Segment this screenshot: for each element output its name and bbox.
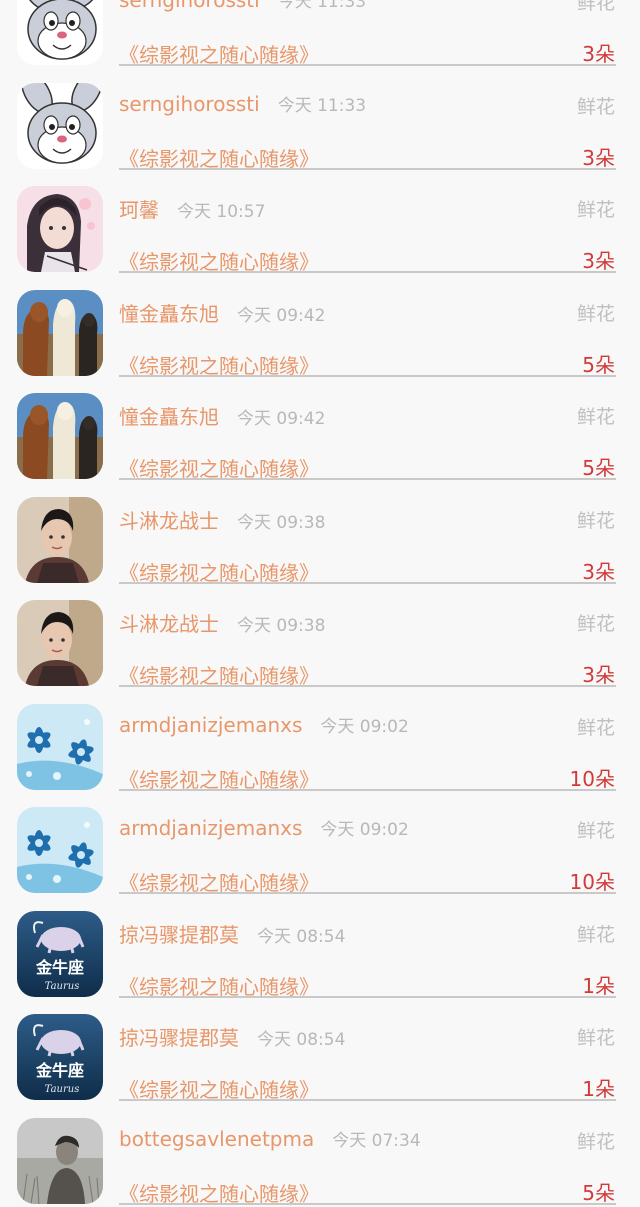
rabbit-avatar[interactable] [17, 0, 103, 65]
gift-type-label: 鲜花 [576, 406, 615, 428]
taurus-cn-text: 金牛座 [35, 958, 84, 977]
gift-record-row[interactable]: 珂馨 今天 10:57 鲜花 《综影视之随心随缘》 3朵 [0, 170, 640, 274]
gift-time: 今天 11:33 [277, 95, 367, 116]
gift-time: 今天 09:38 [237, 616, 326, 636]
sender-name: 斗淋龙战士 今天 09:38 [119, 608, 325, 637]
gift-record-row[interactable]: bottegsavlenetpma 今天 07:34 鲜花 《综影视之随心随缘》 … [0, 1102, 640, 1206]
taurus-cn-text: 金牛座 [35, 1061, 84, 1080]
sender-name: armdjanizjemanxs 今天 09:02 [119, 815, 409, 840]
blue-flower-avatar[interactable] [17, 703, 103, 790]
anime-boy-avatar[interactable] [17, 186, 103, 272]
gift-time: 今天 10:57 [177, 202, 266, 222]
gift-type-label: 鲜花 [576, 0, 615, 14]
sender-name: 掠冯骤提郡莫 今天 08:54 [119, 1022, 345, 1051]
gift-count: 3朵 [582, 145, 615, 170]
sender-name: 掠冯骤提郡莫 今天 08:54 [119, 919, 345, 948]
gift-record-row[interactable]: 金牛座 Taurus 掠冯骤提郡莫 今天 08:54 鲜花 《综影视之随心随缘》 … [0, 895, 640, 999]
blue-flower-avatar[interactable] [17, 807, 103, 893]
man-photo-avatar[interactable] [17, 496, 103, 583]
gift-count: 10朵 [569, 870, 615, 894]
sender-username[interactable]: 斗淋龙战士 [119, 509, 219, 533]
gift-record-row[interactable]: 憧金矗东旭 今天 09:42 鲜花 《综影视之随心随缘》 5朵 [0, 377, 640, 481]
sender-username[interactable]: 憧金矗东旭 [119, 302, 219, 326]
gift-type-label: 鲜花 [576, 509, 615, 532]
gift-time: 今天 09:42 [237, 409, 326, 429]
alpaca-avatar[interactable] [17, 393, 103, 479]
taurus-en-text: Taurus [45, 1084, 80, 1095]
taurus-en-text: Taurus [45, 981, 80, 992]
field-photo-avatar[interactable] [17, 1117, 103, 1204]
sender-username[interactable]: 掠冯骤提郡莫 [119, 923, 239, 947]
taurus-avatar[interactable]: 金牛座 Taurus [17, 1014, 103, 1100]
alpaca-avatar[interactable] [17, 289, 103, 376]
gift-record-row[interactable]: serngihorossti 今天 11:33 鲜花 《综影视之随心随缘》 3朵 [0, 67, 640, 171]
gift-count: 5朵 [582, 352, 615, 377]
gift-record-row[interactable]: 斗淋龙战士 今天 09:38 鲜花 《综影视之随心随缘》 3朵 [0, 481, 640, 585]
gift-record-row[interactable]: 金牛座 Taurus 掠冯骤提郡莫 今天 08:54 鲜花 《综影视之随心随缘》 … [0, 998, 640, 1102]
rabbit-avatar[interactable] [17, 82, 103, 169]
gift-type-label: 鲜花 [576, 302, 615, 325]
gift-time: 今天 11:33 [277, 0, 367, 12]
gift-type-label: 鲜花 [576, 95, 615, 118]
row-divider [119, 1202, 616, 1205]
gift-count: 1朵 [582, 973, 615, 998]
gift-type-label: 鲜花 [576, 716, 615, 739]
sender-username[interactable]: 斗淋龙战士 [119, 612, 219, 636]
gift-record-row[interactable]: 斗淋龙战士 今天 09:38 鲜花 《综影视之随心随缘》 3朵 [0, 584, 640, 688]
gift-type-label: 鲜花 [576, 1130, 615, 1153]
sender-username[interactable]: armdjanizjemanxs [119, 816, 302, 840]
gift-time: 今天 08:54 [257, 1030, 346, 1050]
gift-record-row[interactable]: armdjanizjemanxs 今天 09:02 鲜花 《综影视之随心随缘》 1… [0, 688, 640, 792]
gift-type-label: 鲜花 [576, 613, 615, 635]
sender-name: 憧金矗东旭 今天 09:42 [119, 401, 325, 430]
gift-count: 3朵 [582, 42, 615, 66]
gift-time: 今天 09:02 [320, 716, 409, 737]
gift-time: 今天 09:38 [237, 512, 326, 533]
sender-username[interactable]: 掠冯骤提郡莫 [119, 1026, 239, 1050]
sender-name: serngihorossti 今天 11:33 [119, 0, 366, 12]
gift-time: 今天 08:54 [257, 926, 346, 947]
sender-username[interactable]: 憧金矗东旭 [119, 405, 219, 429]
gift-type-label: 鲜花 [576, 923, 615, 946]
gift-time: 今天 09:02 [320, 820, 409, 840]
gift-count: 5朵 [582, 1180, 615, 1205]
gift-type-label: 鲜花 [576, 820, 615, 842]
gift-record-row[interactable]: armdjanizjemanxs 今天 09:02 鲜花 《综影视之随心随缘》 1… [0, 791, 640, 895]
gift-count: 1朵 [582, 1077, 615, 1101]
sender-username[interactable]: serngihorossti [119, 92, 260, 116]
gift-count: 5朵 [582, 456, 615, 480]
sender-username[interactable]: 珂馨 [119, 198, 159, 222]
sender-name: 憧金矗东旭 今天 09:42 [119, 298, 325, 327]
sender-name: armdjanizjemanxs 今天 09:02 [119, 712, 409, 737]
gift-record-list[interactable]: serngihorossti 今天 11:33 鲜花 《综影视之随心随缘》 3朵 … [0, 0, 640, 1206]
sender-name: bottegsavlenetpma 今天 07:34 [119, 1126, 421, 1151]
sender-name: 斗淋龙战士 今天 09:38 [119, 505, 325, 534]
sender-username[interactable]: serngihorossti [119, 0, 260, 12]
sender-name: 珂馨 今天 10:57 [119, 194, 265, 223]
gift-type-label: 鲜花 [576, 199, 615, 221]
gift-record-row[interactable]: 憧金矗东旭 今天 09:42 鲜花 《综影视之随心随缘》 5朵 [0, 274, 640, 378]
sender-username[interactable]: armdjanizjemanxs [119, 713, 302, 737]
man-photo-avatar[interactable] [17, 600, 103, 686]
sender-name: serngihorossti 今天 11:33 [119, 91, 366, 116]
gift-count: 3朵 [582, 249, 615, 273]
gift-count: 10朵 [569, 766, 615, 791]
sender-username[interactable]: bottegsavlenetpma [119, 1127, 314, 1151]
gift-time: 今天 07:34 [332, 1130, 421, 1151]
gift-count: 3朵 [582, 663, 615, 687]
gift-count: 3朵 [582, 559, 615, 584]
gift-type-label: 鲜花 [576, 1027, 615, 1049]
gift-record-row[interactable]: serngihorossti 今天 11:33 鲜花 《综影视之随心随缘》 3朵 [0, 0, 640, 67]
taurus-avatar[interactable]: 金牛座 Taurus [17, 910, 103, 997]
gift-time: 今天 09:42 [237, 305, 326, 326]
